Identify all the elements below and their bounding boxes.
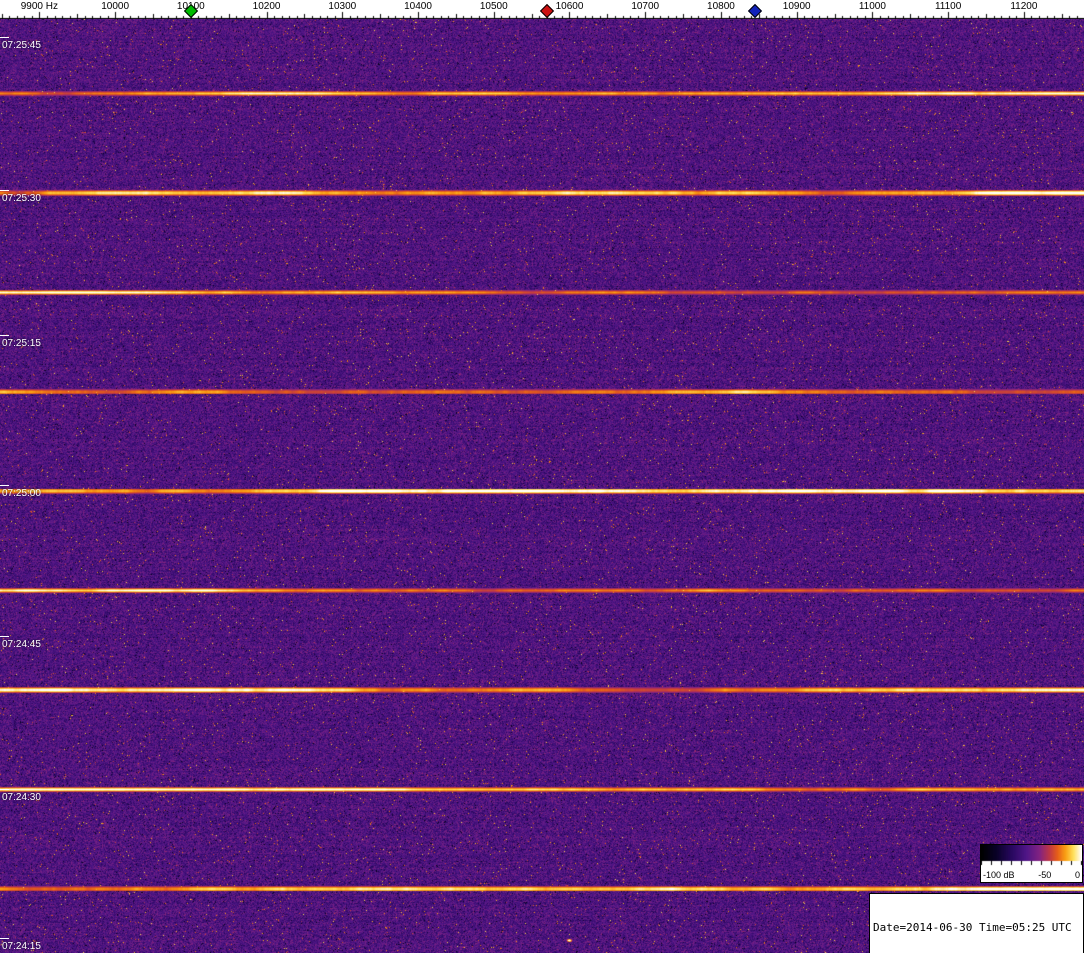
time-axis-labels: 07:25:45 07:25:30 07:25:15 07:25:00 07:24:45…	[0, 19, 1084, 953]
frequency-ruler: 9900 Hz100001010010200103001040010500106…	[0, 0, 1084, 19]
time-tick-label: 07:25:15	[2, 338, 41, 349]
spectrogram-view: 9900 Hz100001010010200103001040010500106…	[0, 0, 1084, 953]
color-scale-legend: -100 dB -50 0	[980, 844, 1083, 883]
legend-gradient-canvas	[981, 845, 1082, 869]
marker-red-diamond	[539, 3, 554, 19]
marker-green-diamond	[183, 3, 198, 19]
time-tick	[0, 37, 9, 38]
waterfall: 07:25:45 07:25:30 07:25:15 07:25:00 07:24:45…	[0, 19, 1084, 953]
legend-labels: -100 dB -50 0	[981, 869, 1082, 882]
marker-blue-diamond	[747, 3, 763, 19]
time-tick-label: 07:25:30	[2, 193, 41, 204]
time-tick	[0, 636, 9, 637]
time-tick	[0, 335, 9, 336]
time-tick	[0, 485, 9, 486]
time-tick-label: 07:24:15	[2, 941, 41, 952]
ruler-markers	[0, 0, 1084, 19]
legend-min-label: -100 dB	[983, 870, 1015, 880]
info-date-line: Date=2014-06-30 Time=05:25 UTC	[873, 921, 1072, 934]
time-tick-label: 07:25:45	[2, 40, 41, 51]
legend-max-label: 0	[1074, 870, 1080, 880]
time-tick-label: 07:25:00	[2, 488, 41, 499]
time-tick-label: 07:24:45	[2, 639, 41, 650]
legend-mid-label: -50	[1038, 870, 1052, 880]
time-tick-label: 07:24:30	[2, 792, 41, 803]
time-tick	[0, 789, 9, 790]
time-tick	[0, 190, 9, 191]
info-box: Date=2014-06-30 Time=05:25 UTC Freq=143 …	[869, 893, 1084, 953]
time-tick	[0, 938, 9, 939]
